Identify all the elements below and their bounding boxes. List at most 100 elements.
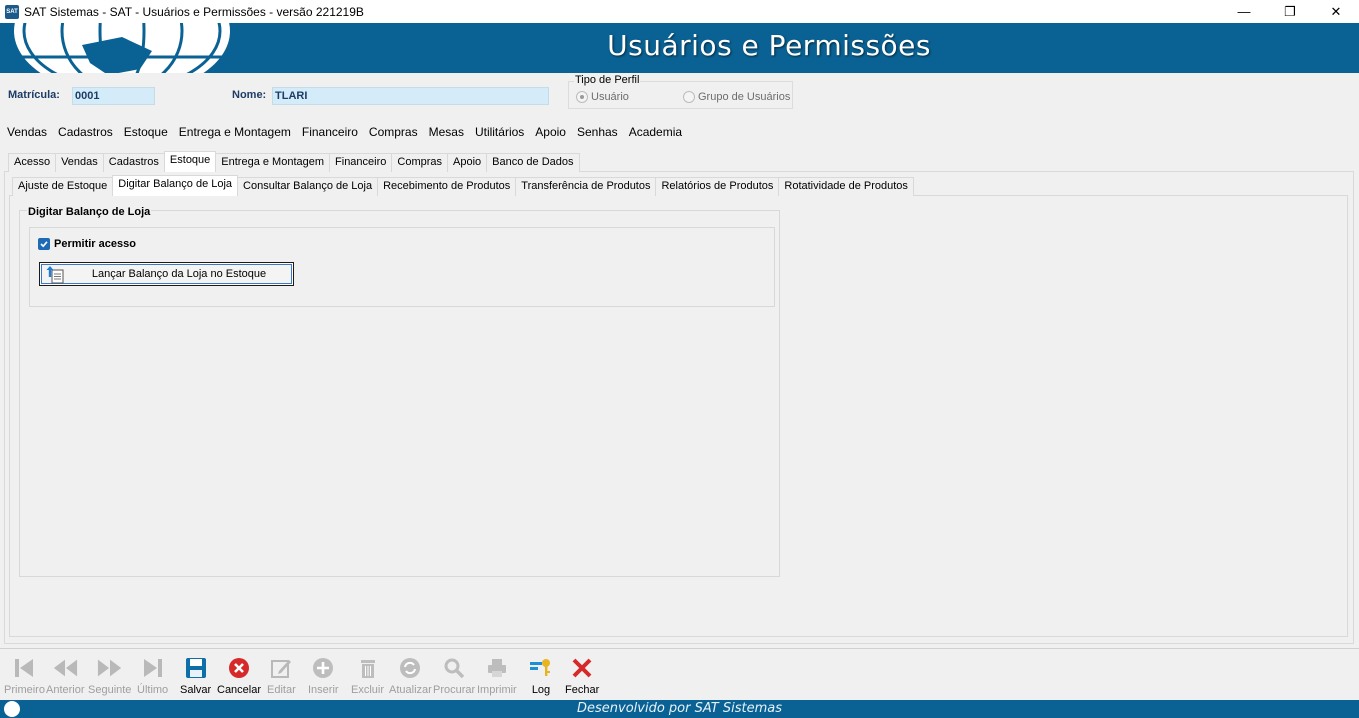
- menu-item-compras[interactable]: Compras: [369, 125, 418, 139]
- matricula-label: Matrícula:: [8, 89, 60, 101]
- log-label: Log: [531, 684, 551, 696]
- primeiro-button[interactable]: Primeiro: [4, 655, 45, 696]
- checkbox-checked-icon: [38, 238, 50, 250]
- banner-title: Usuários e Permissões: [607, 29, 931, 62]
- tab-financeiro[interactable]: Financeiro: [329, 153, 393, 172]
- fechar-label: Fechar: [565, 684, 600, 696]
- add-icon: [310, 655, 336, 681]
- cancelar-label: Cancelar: [217, 684, 262, 696]
- menu-item-mesas[interactable]: Mesas: [429, 125, 464, 139]
- status-bar: Desenvolvido por SAT Sistemas: [0, 700, 1359, 718]
- permissions-box: Permitir acesso Lançar Balanço da Loja n…: [29, 227, 775, 307]
- anterior-button[interactable]: Anterior: [46, 655, 85, 696]
- radio-usuario-circle: [576, 91, 588, 103]
- cancelar-button[interactable]: Cancelar: [217, 655, 261, 696]
- radio-usuario-label: Usuário: [591, 91, 629, 103]
- tab-compras[interactable]: Compras: [391, 153, 449, 172]
- tab-consultar-balanco[interactable]: Consultar Balanço de Loja: [237, 177, 379, 196]
- tab-recebimento-produtos[interactable]: Recebimento de Produtos: [377, 177, 517, 196]
- first-record-icon: [11, 655, 37, 681]
- tab-transferencia-produtos[interactable]: Transferência de Produtos: [515, 177, 657, 196]
- tab-relatorios-produtos[interactable]: Relatórios de Produtos: [655, 177, 780, 196]
- atualizar-button[interactable]: Atualizar: [389, 655, 432, 696]
- menu-item-entrega[interactable]: Entrega e Montagem: [179, 125, 291, 139]
- seguinte-button[interactable]: Seguinte: [88, 655, 131, 696]
- app-icon-text: SAT: [6, 8, 18, 15]
- menu-item-senhas[interactable]: Senhas: [577, 125, 618, 139]
- tipo-perfil-legend: Tipo de Perfil: [574, 74, 641, 86]
- close-window-button[interactable]: ✕: [1313, 0, 1359, 23]
- window-controls: — ❐ ✕: [1221, 0, 1359, 23]
- window-titlebar: SAT SAT Sistemas - SAT - Usuários e Perm…: [0, 0, 1359, 23]
- editar-label: Editar: [267, 684, 296, 696]
- procurar-button[interactable]: Procurar: [433, 655, 475, 696]
- lancar-balanco-label: Lançar Balanço da Loja no Estoque: [91, 268, 267, 280]
- status-text: Desenvolvido por SAT Sistemas: [576, 701, 782, 716]
- bottom-toolbar: Primeiro Anterior Seguinte Último Salvar…: [0, 648, 1359, 700]
- tab-ajuste-estoque[interactable]: Ajuste de Estoque: [12, 177, 114, 196]
- menu-item-financeiro[interactable]: Financeiro: [302, 125, 358, 139]
- radio-grupo-circle: [683, 91, 695, 103]
- tabs-level1: Acesso Vendas Cadastros Estoque Entrega …: [8, 151, 580, 172]
- print-icon: [484, 655, 510, 681]
- radio-grupo-label: Grupo de Usuários: [698, 91, 791, 103]
- editar-button[interactable]: Editar: [267, 655, 296, 696]
- panel-title: Digitar Balanço de Loja: [27, 206, 152, 218]
- trash-icon: [355, 655, 381, 681]
- globe-logo-icon: [14, 23, 230, 73]
- inserir-label: Inserir: [308, 684, 339, 696]
- edit-icon: [268, 655, 294, 681]
- minimize-button[interactable]: —: [1221, 0, 1267, 23]
- tab-rotatividade-produtos[interactable]: Rotatividade de Produtos: [778, 177, 914, 196]
- tab-acesso[interactable]: Acesso: [8, 153, 57, 172]
- maximize-button[interactable]: ❐: [1267, 0, 1313, 23]
- tab-banco-de-dados[interactable]: Banco de Dados: [486, 153, 580, 172]
- menu-item-cadastros[interactable]: Cadastros: [58, 125, 113, 139]
- imprimir-button[interactable]: Imprimir: [477, 655, 517, 696]
- ultimo-button[interactable]: Último: [137, 655, 168, 696]
- log-key-icon: [528, 655, 554, 681]
- cancel-icon: [226, 655, 252, 681]
- save-icon: [183, 655, 209, 681]
- menu-item-estoque[interactable]: Estoque: [124, 125, 168, 139]
- refresh-icon: [397, 655, 423, 681]
- tipo-perfil-group: Tipo de Perfil Usuário Grupo de Usuários: [568, 74, 793, 109]
- radio-usuario[interactable]: Usuário: [576, 91, 629, 103]
- menu-item-apoio[interactable]: Apoio: [535, 125, 566, 139]
- window-title: SAT Sistemas - SAT - Usuários e Permissõ…: [24, 4, 364, 19]
- menu-item-utilitarios[interactable]: Utilitários: [475, 125, 524, 139]
- tab-entrega[interactable]: Entrega e Montagem: [215, 153, 331, 172]
- matricula-field[interactable]: 0001: [72, 87, 155, 105]
- inserir-button[interactable]: Inserir: [308, 655, 339, 696]
- tab-cadastros[interactable]: Cadastros: [102, 153, 165, 172]
- nome-field[interactable]: TLARI: [272, 87, 549, 105]
- previous-icon: [52, 655, 78, 681]
- next-icon: [97, 655, 123, 681]
- atualizar-label: Atualizar: [389, 684, 432, 696]
- tab-apoio[interactable]: Apoio: [447, 153, 488, 172]
- lancar-balanco-button[interactable]: Lançar Balanço da Loja no Estoque: [39, 262, 294, 286]
- permitir-acesso-checkbox[interactable]: Permitir acesso: [38, 238, 136, 250]
- permitir-acesso-label: Permitir acesso: [54, 238, 136, 250]
- procurar-label: Procurar: [433, 684, 476, 696]
- excluir-label: Excluir: [351, 684, 385, 696]
- menu-item-academia[interactable]: Academia: [629, 125, 682, 139]
- tab-vendas[interactable]: Vendas: [55, 153, 104, 172]
- excluir-button[interactable]: Excluir: [351, 655, 384, 696]
- nome-label: Nome:: [232, 89, 267, 101]
- log-button[interactable]: Log: [528, 655, 554, 696]
- main-menu: Vendas Cadastros Estoque Entrega e Monta…: [0, 121, 1359, 143]
- radio-grupo[interactable]: Grupo de Usuários: [683, 91, 790, 103]
- imprimir-label: Imprimir: [477, 684, 517, 696]
- menu-item-vendas[interactable]: Vendas: [7, 125, 47, 139]
- digitar-balanco-group: Digitar Balanço de Loja Permitir acesso …: [19, 206, 780, 577]
- salvar-label: Salvar: [180, 684, 212, 696]
- salvar-button[interactable]: Salvar: [180, 655, 211, 696]
- search-icon: [441, 655, 467, 681]
- tab-estoque[interactable]: Estoque: [163, 151, 217, 172]
- header-banner: Usuários e Permissões: [0, 23, 1359, 73]
- seguinte-label: Seguinte: [88, 684, 132, 696]
- fechar-button[interactable]: Fechar: [565, 655, 599, 696]
- close-icon: [569, 655, 595, 681]
- tab-digitar-balanco[interactable]: Digitar Balanço de Loja: [112, 175, 239, 196]
